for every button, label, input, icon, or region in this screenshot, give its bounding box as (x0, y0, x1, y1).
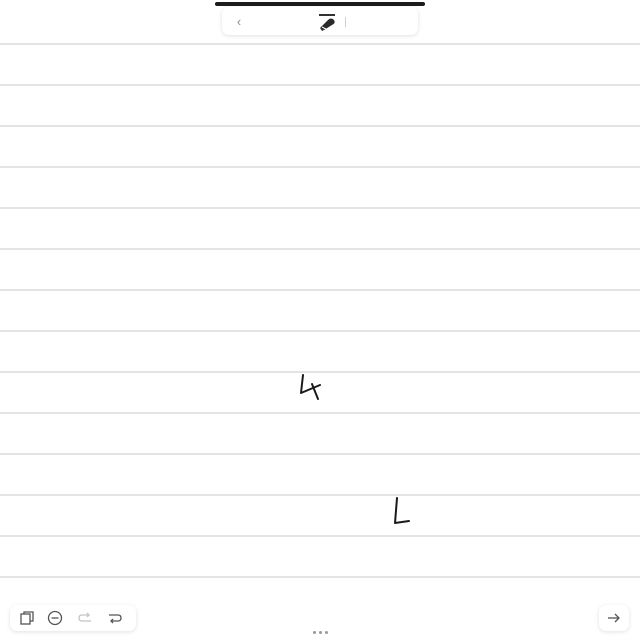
chevron-left-icon[interactable]: ‹ (230, 11, 248, 31)
ruled-line (0, 84, 640, 86)
arrow-right-icon[interactable] (599, 605, 629, 631)
redo-icon[interactable] (104, 609, 126, 627)
ruled-line (0, 248, 640, 250)
pen-eraser-icon[interactable] (316, 12, 338, 32)
ruled-line (0, 166, 640, 168)
ruled-line (0, 453, 640, 455)
ruled-line (0, 330, 640, 332)
toolbar-divider (345, 17, 346, 27)
ruled-line (0, 125, 640, 127)
pages-icon[interactable] (16, 609, 38, 627)
ruled-line (0, 576, 640, 578)
ruled-line (0, 289, 640, 291)
top-indicator-bar (215, 2, 425, 6)
ruled-line (0, 207, 640, 209)
note-canvas[interactable] (0, 0, 640, 640)
ruled-line (0, 43, 640, 45)
zoom-out-icon[interactable] (44, 609, 66, 627)
undo-icon[interactable] (74, 609, 96, 627)
ruled-line (0, 535, 640, 537)
ruled-line (0, 371, 640, 373)
ruled-line (0, 412, 640, 414)
more-dots-icon[interactable] (308, 628, 332, 636)
bottom-toolbar (10, 605, 136, 631)
ruled-line (0, 494, 640, 496)
top-toolbar: ‹ (222, 7, 418, 35)
